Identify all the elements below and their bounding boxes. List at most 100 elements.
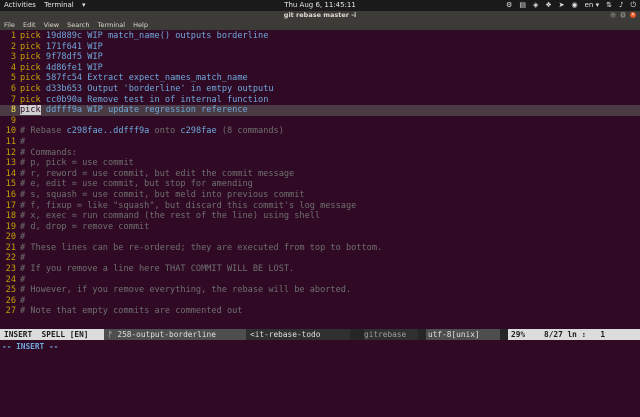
todo-line[interactable]: 3 pick 9f78df5 WIP <box>0 52 640 63</box>
line-number: 11 <box>5 136 16 147</box>
commit-message: WIP match_name() outputs borderline <box>87 31 269 41</box>
todo-line[interactable]: 2 pick 171f641 WIP <box>0 42 640 53</box>
comment-line[interactable]: 27 # Note that empty commits are commente… <box>0 306 640 317</box>
comment-text: # r, reword = use commit, but edit the c… <box>20 168 295 179</box>
menu-view[interactable]: View <box>44 21 59 29</box>
line-number: 20 <box>5 232 16 243</box>
line-number: 4 <box>10 62 16 73</box>
line-number: 1 <box>10 31 16 41</box>
comment-line[interactable]: 11 # <box>0 137 640 148</box>
volume-icon[interactable]: ♪ <box>619 0 623 11</box>
commit-message: Extract expect_names_match_name <box>87 73 248 84</box>
comment-line[interactable]: 16 # s, squash = use commit, but meld int… <box>0 190 640 201</box>
keyboard-language-indicator[interactable]: en ▾ <box>585 0 600 11</box>
line-number: 24 <box>5 274 16 285</box>
line-number: 17 <box>5 200 16 211</box>
line-number: 16 <box>5 189 16 200</box>
comment-line[interactable]: 14 # r, reword = use commit, but edit the… <box>0 169 640 180</box>
comment-line[interactable]: 23 # If you remove a line here THAT COMMI… <box>0 264 640 275</box>
rebase-command: pick <box>20 52 41 63</box>
commit-message: Remove test in of internal function <box>87 94 269 105</box>
minimize-button[interactable]: – <box>610 12 616 18</box>
comment-text: # However, if you remove everything, the… <box>20 285 352 296</box>
rebase-command: pick <box>20 41 41 52</box>
chrome-icon[interactable]: ◉ <box>572 0 578 11</box>
comment-text: # <box>20 232 26 243</box>
comment-text: # <box>20 274 26 285</box>
comment-line[interactable]: 26 # <box>0 296 640 307</box>
comment-line[interactable]: 19 # d, drop = remove commit <box>0 222 640 233</box>
menu-terminal[interactable]: Terminal <box>98 21 125 29</box>
commit-range: c298fae..ddfff9a <box>66 126 150 137</box>
comment-line[interactable]: 12 # Commands: <box>0 148 640 159</box>
line-number: 25 <box>5 285 16 296</box>
todo-line-current[interactable]: 8 pick ddfff9a WIP update regression refe… <box>0 105 640 116</box>
maximize-button[interactable]: □ <box>620 12 626 18</box>
system-top-bar: Activities Terminal ▾ Thu Aug 6, 11:45:1… <box>0 0 640 11</box>
window-title: git rebase master -i <box>283 11 357 19</box>
vim-command-line[interactable]: -- INSERT -- <box>0 341 640 352</box>
comment-text: (8 commands) <box>216 126 284 137</box>
menu-file[interactable]: File <box>4 21 15 29</box>
comment-text: # Rebase <box>20 126 67 137</box>
scroll-percent: 29% <box>508 329 541 340</box>
line-number: 18 <box>5 211 16 222</box>
comment-line[interactable]: 18 # x, exec = run command (the rest of t… <box>0 211 640 222</box>
comment-text: onto <box>149 126 181 137</box>
rebase-summary-line[interactable]: 10 # Rebase c298fae..ddfff9a onto c298fae… <box>0 126 640 137</box>
comment-text: # p, pick = use commit <box>20 158 134 169</box>
commit-hash: 19d889c <box>45 31 83 41</box>
todo-line[interactable]: 6 pick d33b653 Output 'borderline' in emt… <box>0 84 640 95</box>
line-number: 7 <box>10 94 16 105</box>
line-number: 22 <box>5 253 16 264</box>
line-number: 15 <box>5 179 16 190</box>
empty-line[interactable]: 9 <box>0 116 640 127</box>
comment-line[interactable]: 25 # However, if you remove everything, t… <box>0 285 640 296</box>
comment-text: # <box>20 136 26 147</box>
line-number: 21 <box>5 242 16 253</box>
commit-message: Output 'borderline' in emtpy outputu <box>87 83 274 94</box>
line-number: 13 <box>5 158 16 169</box>
comment-text: # <box>20 253 26 264</box>
comment-line[interactable]: 20 # <box>0 232 640 243</box>
mode-indicator: INSERT SPELL [EN] <box>0 329 104 340</box>
shield-icon[interactable]: ◈ <box>533 0 538 11</box>
vim-statusline: INSERT SPELL [EN] ᚠ 258-output-borderlin… <box>0 329 640 340</box>
menu-help[interactable]: Help <box>133 21 148 29</box>
comment-text: # <box>20 295 26 306</box>
line-number: 14 <box>5 168 16 179</box>
line-number: 26 <box>5 295 16 306</box>
comment-text: # s, squash = use commit, but meld into … <box>20 189 305 200</box>
telegram-icon[interactable]: ➤ <box>559 0 565 11</box>
close-button[interactable]: ✕ <box>630 12 636 18</box>
todo-line[interactable]: 7 pick cc0b90a Remove test in of internal… <box>0 95 640 106</box>
network-icon[interactable]: ⇅ <box>606 0 612 11</box>
settings-icon[interactable]: ⚙ <box>506 0 512 11</box>
todo-line[interactable]: 1 pick 19d889c WIP match_name() outputs b… <box>0 31 640 42</box>
todo-line[interactable]: 4 pick 4d86fe1 WIP <box>0 63 640 74</box>
line-number: 27 <box>5 306 16 317</box>
dropbox-icon[interactable]: ❖ <box>545 0 551 11</box>
commit-message: WIP update regression reference <box>87 105 248 116</box>
commit-hash: 587fc54 <box>45 73 83 84</box>
power-icon[interactable]: ⏻ <box>630 0 636 11</box>
comment-line[interactable]: 17 # f, fixup = like "squash", but discar… <box>0 201 640 212</box>
comment-line[interactable]: 15 # e, edit = use commit, but stop for a… <box>0 179 640 190</box>
vim-editor[interactable]: 1 pick 19d889c WIP match_name() outputs b… <box>0 31 640 317</box>
comment-line[interactable]: 21 # These lines can be re-ordered; they … <box>0 243 640 254</box>
comment-line[interactable]: 24 # <box>0 275 640 286</box>
comment-line[interactable]: 22 # <box>0 253 640 264</box>
commit-message: WIP <box>87 62 103 73</box>
comment-text: # Note that empty commits are commented … <box>20 306 243 317</box>
commit-hash: cc0b90a <box>45 94 83 105</box>
cursor-position: 8/27 ln : 1 <box>540 329 640 340</box>
comment-text: # x, exec = run command (the rest of the… <box>20 211 321 222</box>
menu-search[interactable]: Search <box>67 21 89 29</box>
notes-icon[interactable]: ▤ <box>519 0 526 11</box>
commit-hash: d33b653 <box>45 83 83 94</box>
commit-message: WIP <box>87 41 103 52</box>
todo-line[interactable]: 5 pick 587fc54 Extract expect_names_match… <box>0 73 640 84</box>
comment-line[interactable]: 13 # p, pick = use commit <box>0 158 640 169</box>
line-number: 6 <box>10 83 16 94</box>
menu-edit[interactable]: Edit <box>23 21 36 29</box>
